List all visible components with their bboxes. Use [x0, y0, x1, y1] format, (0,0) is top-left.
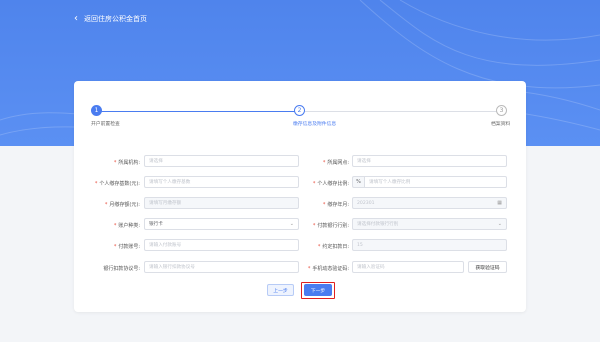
agreement-no-label: 银行扣款协议号:	[103, 266, 140, 272]
bank-placeholder: 请选择付款银行行别	[357, 222, 399, 227]
step-2-label: 缴存信息及附件信息	[293, 122, 337, 127]
step-1-circle: 1	[91, 105, 102, 116]
deduct-day-input[interactable]: 15	[352, 239, 507, 251]
monthly-amount-label: * 月缴存额(元):	[104, 202, 140, 208]
chevron-down-icon: ⌄	[497, 221, 502, 227]
sms-code-label: * 手机动态验证码:	[307, 266, 349, 272]
step-3-circle: 3	[496, 105, 507, 116]
pay-account-label: * 付款账号:	[113, 244, 140, 250]
pay-month-value: 202301	[357, 200, 375, 206]
back-to-home-link[interactable]: ‹ 返回住房公积金首页	[74, 14, 147, 24]
get-code-button[interactable]: 获取验证码	[468, 261, 507, 273]
step-1-label: 开户前置检查	[91, 122, 120, 127]
step-line-1	[100, 111, 297, 112]
personal-ratio-label: * 个人缴存比例:	[312, 181, 349, 187]
step-2-circle: 2	[294, 105, 305, 116]
org-label: * 所属机构:	[113, 160, 140, 166]
pay-month-label: * 缴存年月:	[322, 202, 349, 208]
account-type-label: * 账户种类:	[113, 223, 140, 229]
district-label: * 所属网点:	[322, 160, 349, 166]
deduct-day-label: * 约定扣款日:	[317, 244, 349, 250]
calendar-icon: ▦	[497, 200, 502, 206]
personal-base-label: * 个人缴存基数(元):	[94, 181, 140, 187]
sms-code-input[interactable]: 请输入验证码	[352, 261, 464, 273]
next-button-highlight	[301, 282, 335, 299]
pay-month-picker[interactable]: 202301 ▦	[352, 197, 507, 209]
chevron-left-icon: ‹	[74, 13, 78, 24]
account-type-value: 银行卡	[149, 222, 163, 227]
personal-ratio-input[interactable]: 请填写个人缴存比例	[364, 176, 507, 188]
district-select[interactable]: 请选择	[352, 155, 507, 167]
percent-prefix: %	[352, 176, 364, 188]
back-link-label: 返回住房公积金首页	[84, 15, 147, 23]
progress-steps: 1 开户前置检查 2 缴存信息及附件信息 3 档案资料	[74, 105, 526, 135]
step-line-2	[305, 111, 502, 112]
prev-step-button[interactable]: 上一步	[267, 284, 294, 296]
bank-label: * 付款银行行别:	[312, 223, 349, 229]
bank-select[interactable]: 请选择付款银行行别 ⌄	[352, 218, 507, 230]
step-3-label: 档案资料	[491, 122, 511, 127]
